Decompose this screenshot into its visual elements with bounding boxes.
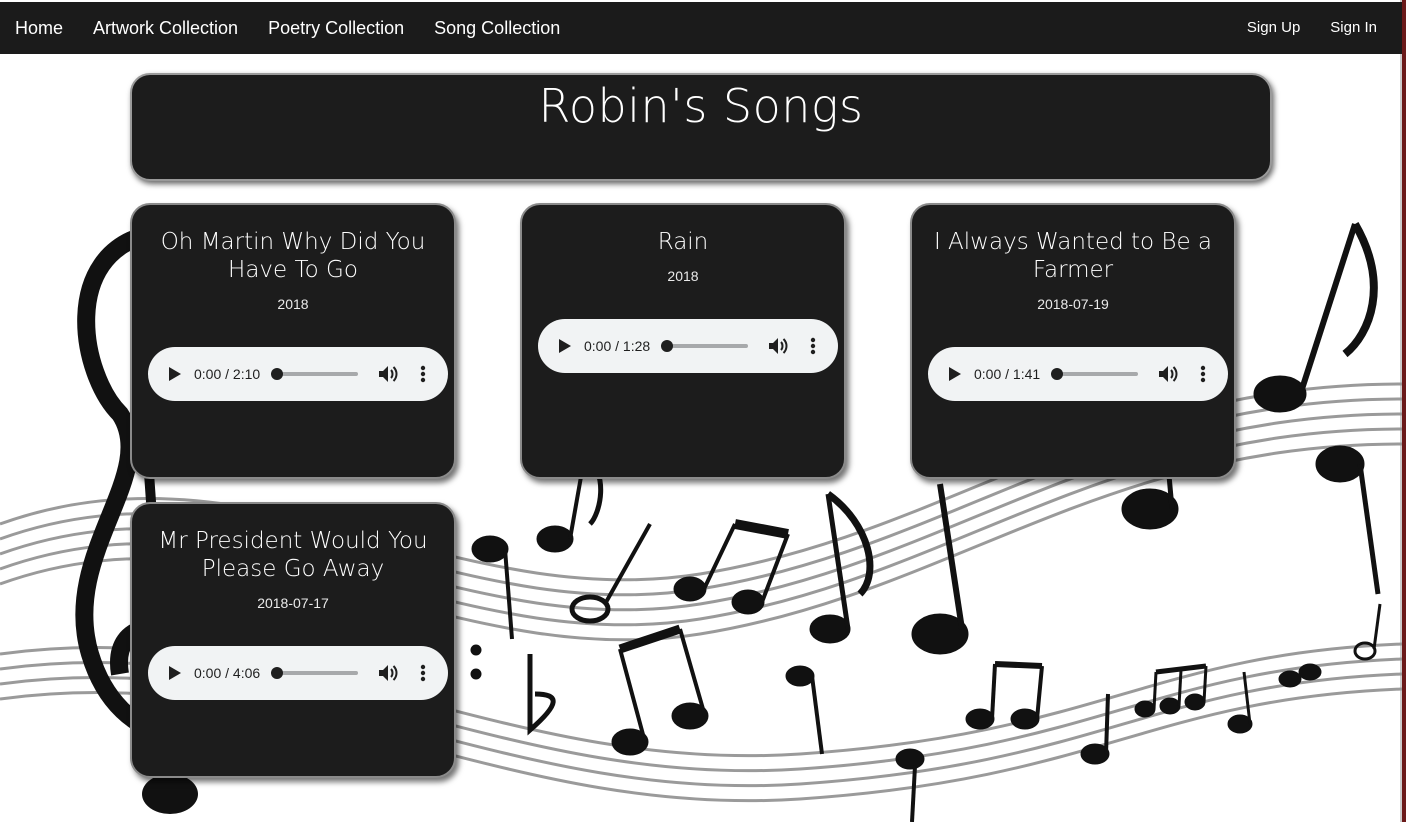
song-card: Mr President Would You Please Go Away 20…: [130, 502, 456, 778]
audio-player: 0:00 / 1:28: [538, 319, 838, 373]
audio-time: 0:00 / 1:28: [584, 338, 651, 354]
more-options-icon[interactable]: [810, 337, 816, 355]
song-date: 2018: [667, 268, 699, 284]
seek-bar[interactable]: [271, 667, 359, 679]
audio-player: 0:00 / 4:06: [148, 646, 448, 700]
page-header-panel: Robin's Songs: [130, 73, 1272, 181]
seek-thumb[interactable]: [271, 368, 284, 380]
seek-thumb[interactable]: [271, 667, 284, 679]
song-card: Oh Martin Why Did You Have To Go 2018 0:…: [130, 203, 456, 479]
more-options-icon[interactable]: [1200, 365, 1206, 383]
volume-icon[interactable]: [1158, 364, 1180, 384]
top-navbar: Home Artwork Collection Poetry Collectio…: [0, 2, 1402, 54]
nav-links: Home Artwork Collection Poetry Collectio…: [0, 2, 575, 54]
song-date: 2018: [277, 296, 309, 312]
seek-bar[interactable]: [271, 368, 359, 380]
song-date: 2018-07-17: [257, 595, 329, 611]
sign-up-link[interactable]: Sign Up: [1232, 2, 1315, 54]
nav-home-link[interactable]: Home: [0, 2, 78, 54]
seek-bar[interactable]: [661, 340, 749, 352]
nav-artwork-link[interactable]: Artwork Collection: [78, 2, 253, 54]
audio-time: 0:00 / 2:10: [194, 366, 261, 382]
song-card: I Always Wanted to Be a Farmer 2018-07-1…: [910, 203, 1236, 479]
song-title: Rain: [657, 229, 709, 255]
nav-poetry-link[interactable]: Poetry Collection: [253, 2, 419, 54]
song-title: Mr President Would You Please Go Away: [158, 528, 428, 582]
play-icon[interactable]: [168, 366, 182, 382]
play-icon[interactable]: [558, 338, 572, 354]
volume-icon[interactable]: [378, 364, 400, 384]
audio-time: 0:00 / 1:41: [974, 366, 1041, 382]
play-icon[interactable]: [168, 665, 182, 681]
audio-player: 0:00 / 2:10: [148, 347, 448, 401]
song-card: Rain 2018 0:00 / 1:28: [520, 203, 846, 479]
volume-icon[interactable]: [378, 663, 400, 683]
seek-bar[interactable]: [1051, 368, 1139, 380]
song-title: I Always Wanted to Be a Farmer: [933, 229, 1213, 283]
song-date: 2018-07-19: [1037, 296, 1109, 312]
audio-player: 0:00 / 1:41: [928, 347, 1228, 401]
seek-thumb[interactable]: [661, 340, 674, 352]
more-options-icon[interactable]: [420, 365, 426, 383]
song-title: Oh Martin Why Did You Have To Go: [160, 229, 426, 283]
volume-icon[interactable]: [768, 336, 790, 356]
audio-time: 0:00 / 4:06: [194, 665, 261, 681]
sign-in-link[interactable]: Sign In: [1315, 2, 1392, 54]
window-edge-strip: [1402, 0, 1406, 822]
nav-auth-links: Sign Up Sign In: [1232, 2, 1402, 54]
seek-thumb[interactable]: [1051, 368, 1064, 380]
page-title: Robin's Songs: [538, 79, 864, 133]
nav-song-link[interactable]: Song Collection: [419, 2, 575, 54]
more-options-icon[interactable]: [420, 664, 426, 682]
play-icon[interactable]: [948, 366, 962, 382]
